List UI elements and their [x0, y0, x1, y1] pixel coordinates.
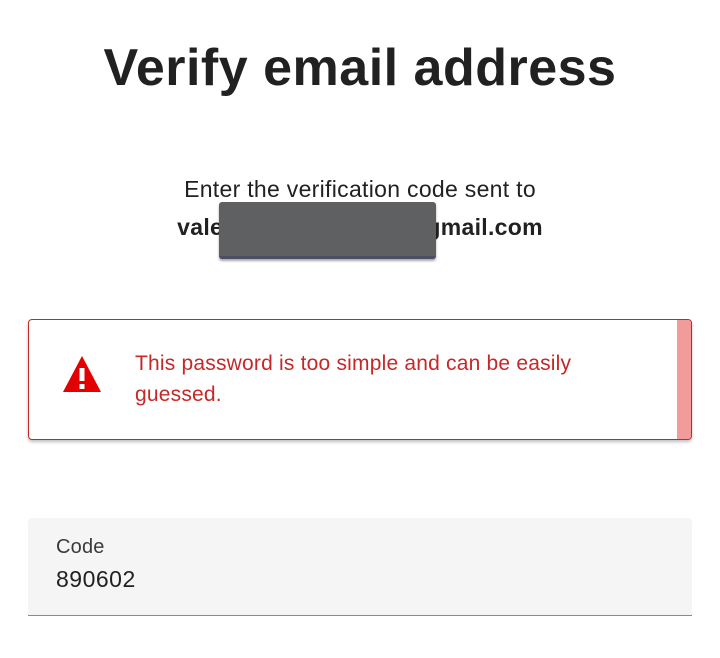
email-suffix: gmail.com: [426, 214, 543, 240]
error-message: This password is too simple and can be e…: [135, 352, 572, 406]
instruction-text: Enter the verification code sent to: [184, 176, 536, 202]
verify-email-page: Verify email address Enter the verificat…: [0, 0, 720, 658]
code-field-label: Code: [56, 536, 105, 558]
page-title: Verify email address: [103, 39, 617, 97]
email-redaction-block: [219, 202, 436, 259]
error-alert: This password is too simple and can be e…: [28, 319, 692, 440]
warning-triangle-icon: [61, 354, 103, 394]
code-field[interactable]: Code: [28, 518, 692, 616]
alert-accent-stripe: [677, 320, 691, 439]
code-input[interactable]: [56, 566, 656, 593]
